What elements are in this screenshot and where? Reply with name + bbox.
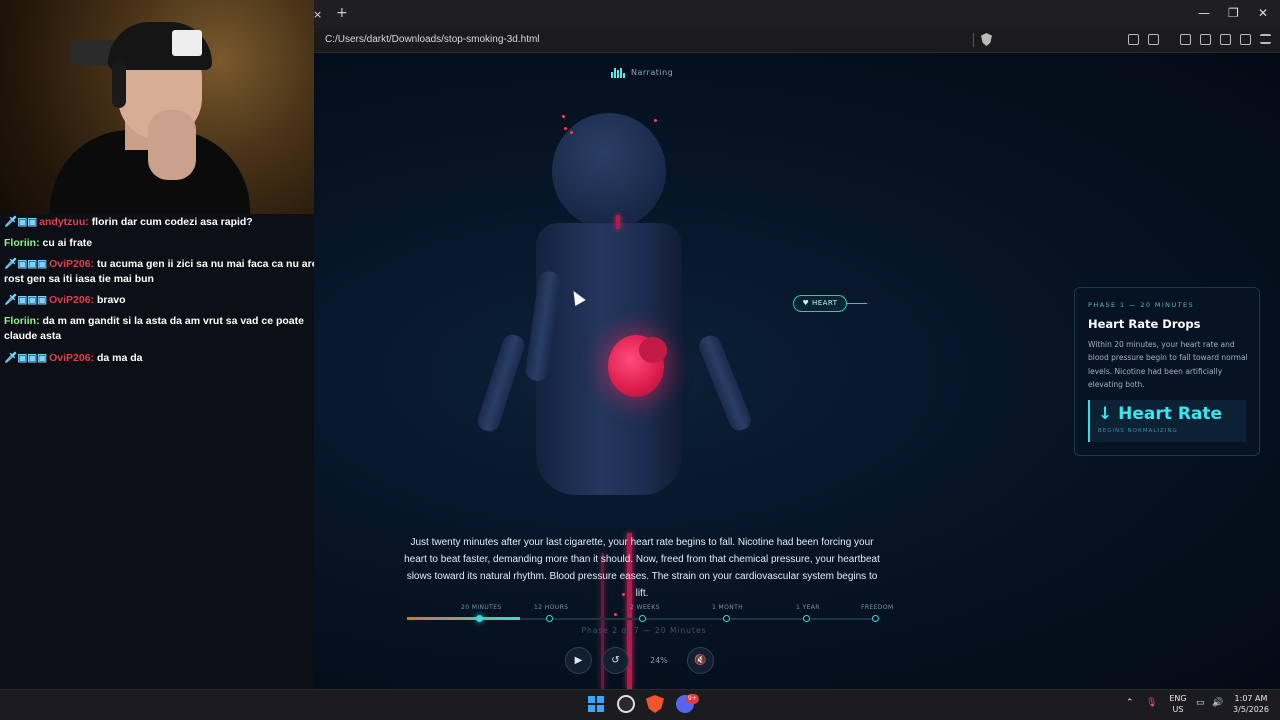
progress-percent: 24%: [650, 656, 668, 665]
browser-tab-strip: [314, 0, 1280, 28]
chat-username[interactable]: OviP206: [49, 294, 90, 306]
timeline-dot[interactable]: [723, 615, 730, 622]
address-divider: [973, 33, 974, 47]
card-description: Within 20 minutes, your heart rate and b…: [1088, 340, 1248, 390]
timeline-label[interactable]: 1 MONTH: [712, 604, 743, 611]
particle: [564, 127, 567, 130]
discord-badge: 9+: [686, 694, 699, 704]
audio-wave-icon: [611, 68, 625, 78]
clock-time[interactable]: 1:07 AM: [1230, 694, 1272, 704]
chat-username[interactable]: OviP206: [49, 352, 90, 364]
card-phase-label: PHASE 1 — 20 MINUTES: [1088, 301, 1195, 309]
card-metric-value: ↓ Heart Rate: [1098, 404, 1223, 424]
visualization-stage[interactable]: Narrating ♥ HEART PHASE 1 — 20 MINUTES H…: [314, 53, 1280, 689]
chat-message: 🗡▣▣ andytzuu: florin dar cum codezi asa r…: [4, 216, 253, 228]
volume-icon[interactable]: 🔊: [1212, 698, 1223, 708]
chat-text: florin dar cum codezi asa rapid?: [91, 216, 253, 228]
particle: [614, 613, 617, 616]
particle: [654, 119, 657, 122]
card-metric: ↓ Heart Rate BEGINS NORMALIZING: [1088, 400, 1246, 442]
timeline-dot[interactable]: [476, 615, 483, 622]
region-indicator[interactable]: US: [1168, 705, 1188, 715]
blood-vessel: [616, 215, 620, 229]
language-indicator[interactable]: ENG: [1168, 694, 1188, 704]
chat-message: 🗡▣▣▣ OviP206: da ma da: [4, 352, 143, 364]
menu-icon[interactable]: [1260, 34, 1271, 44]
chat-badges-icon: 🗡▣▣: [4, 216, 38, 228]
tab-close-button[interactable]: ×: [313, 8, 322, 21]
timeline-label[interactable]: 12 HOURS: [534, 604, 568, 611]
reader-icon[interactable]: [1148, 34, 1159, 45]
leo-ai-icon[interactable]: [1240, 34, 1251, 45]
mute-button[interactable]: 🔇: [687, 647, 714, 674]
chat-message: 🗡▣▣▣ OviP206: bravo: [4, 294, 126, 306]
particle: [562, 115, 565, 118]
heart-organ-lobe: [639, 337, 667, 363]
narrating-status: Narrating: [631, 68, 674, 77]
address-text[interactable]: C:/Users/darkt/Downloads/stop-smoking-3d…: [325, 34, 540, 45]
sidebar-icon[interactable]: [1200, 34, 1211, 45]
windows-start-icon[interactable]: [588, 696, 604, 712]
chat-message: 🗡▣▣▣ OviP206: tu acuma gen ii zici sa nu …: [4, 258, 318, 285]
downloads-icon[interactable]: [1180, 34, 1191, 45]
timeline-dot[interactable]: [803, 615, 810, 622]
chat-text: da ma da: [96, 352, 143, 364]
chat-username[interactable]: Floriin: [4, 315, 36, 327]
window-close-button[interactable]: ✕: [1258, 6, 1268, 20]
timeline-label[interactable]: 2 WEEKS: [630, 604, 660, 611]
minimize-button[interactable]: —: [1198, 6, 1210, 20]
timeline-progress: [407, 617, 520, 620]
chat-username[interactable]: andytzuu: [39, 216, 85, 228]
chat-text: bravo: [96, 294, 126, 306]
phase-counter: Phase 2 of 7 — 20 Minutes: [581, 626, 707, 635]
webcam-person-hand: [148, 110, 196, 180]
clock-date[interactable]: 3/5/2026: [1230, 705, 1272, 715]
webcam-cap-logo: [172, 30, 202, 56]
extensions-icon[interactable]: [1128, 34, 1139, 45]
chat-username[interactable]: Floriin: [4, 237, 36, 249]
timeline-label[interactable]: 1 YEAR: [796, 604, 820, 611]
narration-caption: Just twenty minutes after your last ciga…: [404, 537, 880, 599]
obs-app-icon[interactable]: [617, 695, 635, 713]
webcam-headphone: [112, 60, 126, 108]
card-metric-subtitle: BEGINS NORMALIZING: [1098, 428, 1178, 434]
play-button[interactable]: ▶: [565, 647, 592, 674]
timeline-label[interactable]: 20 MINUTES: [461, 604, 502, 611]
phase-info-card: PHASE 1 — 20 MINUTES Heart Rate Drops Wi…: [1074, 287, 1260, 456]
body-model-left-arm: [475, 332, 527, 434]
body-model-right-arm: [696, 332, 754, 434]
chat-message: Floriin: cu ai frate: [4, 237, 93, 249]
network-icon[interactable]: ▭: [1196, 698, 1205, 708]
chat-badges-icon: 🗡▣▣▣: [4, 258, 48, 270]
timeline-dot[interactable]: [546, 615, 553, 622]
maximize-button[interactable]: ❐: [1228, 6, 1239, 20]
windows-taskbar: [0, 689, 1280, 720]
body-model-head: [552, 113, 666, 229]
chat-message: Floriin: da m am gandit si la asta da am…: [4, 315, 304, 342]
card-title: Heart Rate Drops: [1088, 317, 1201, 331]
chat-badges-icon: 🗡▣▣▣: [4, 352, 48, 364]
timeline-dot[interactable]: [872, 615, 879, 622]
restart-button[interactable]: ↺: [602, 647, 629, 674]
tray-chevron-icon[interactable]: ⌃: [1126, 698, 1134, 708]
chat-text: cu ai frate: [42, 237, 93, 249]
timeline-dot[interactable]: [639, 615, 646, 622]
chat-username[interactable]: OviP206: [49, 258, 90, 270]
chat-text: da m am gandit si la asta da am vrut sa …: [4, 315, 304, 342]
particle: [570, 131, 573, 134]
chat-badges-icon: 🗡▣▣▣: [4, 294, 48, 306]
webcam-feed: [0, 0, 314, 214]
timeline-label[interactable]: FREEDOM: [861, 604, 894, 611]
heart-label-connector: [847, 303, 867, 304]
heart-organ-label[interactable]: ♥ HEART: [793, 295, 847, 312]
microphone-icon[interactable]: 🎙: [1146, 698, 1157, 708]
new-tab-button[interactable]: +: [336, 5, 348, 21]
wallet-icon[interactable]: [1220, 34, 1231, 45]
